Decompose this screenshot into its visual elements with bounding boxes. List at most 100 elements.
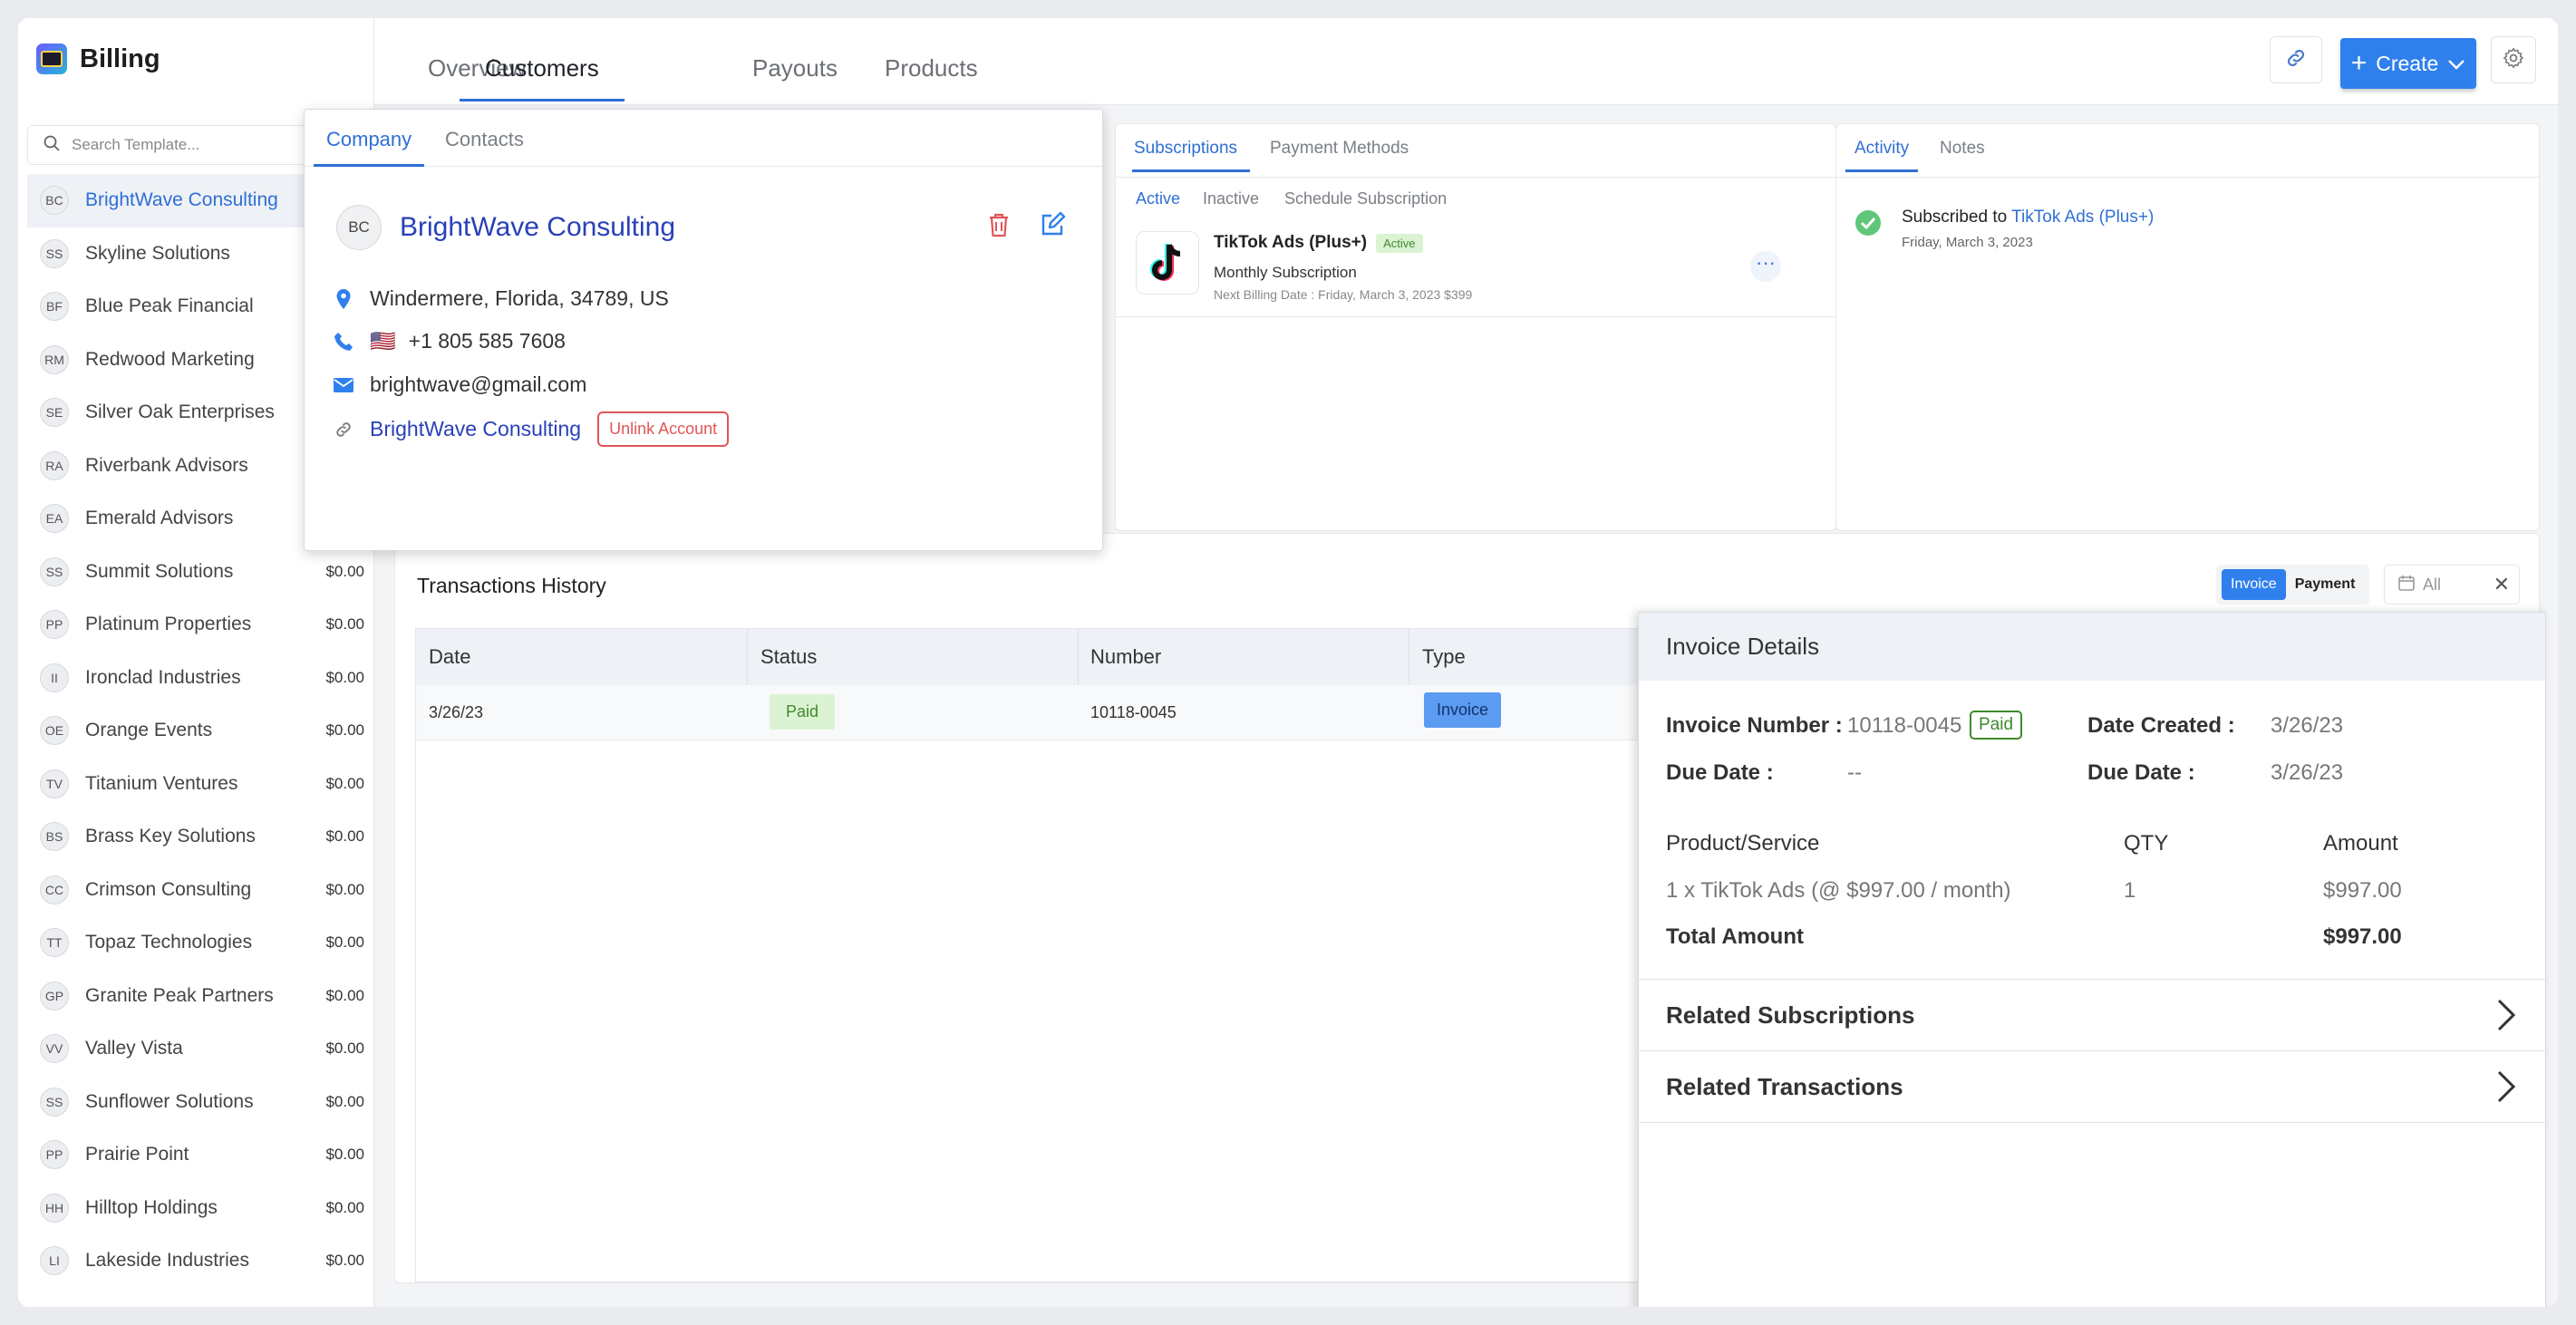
gear-icon xyxy=(2502,46,2525,74)
avatar: PP xyxy=(40,610,69,640)
status-badge: Active xyxy=(1376,233,1423,253)
customer-name: Redwood Marketing xyxy=(85,348,255,370)
tiktok-logo-icon xyxy=(1136,231,1199,295)
customer-item[interactable]: II Ironclad Industries $0.00 xyxy=(27,652,364,705)
location-pin-icon xyxy=(332,288,355,310)
phone-icon xyxy=(332,332,355,352)
tab-notes[interactable]: Notes xyxy=(1940,139,1985,169)
customer-item[interactable]: HH Hilltop Holdings $0.00 xyxy=(27,1182,364,1235)
company-popover: Company Contacts BC BrightWave Consultin… xyxy=(304,109,1103,551)
customer-name: Riverbank Advisors xyxy=(85,454,248,476)
customer-item[interactable]: LI Lakeside Industries $0.00 xyxy=(27,1234,364,1288)
address-row: Windermere, Florida, 34789, US xyxy=(332,286,669,311)
related-subscriptions-accordion[interactable]: Related Subscriptions xyxy=(1639,979,2545,1050)
avatar: SS xyxy=(40,238,69,268)
customer-item[interactable]: BS Brass Key Solutions $0.00 xyxy=(27,810,364,864)
app-title: Billing xyxy=(80,44,160,73)
status-badge: Paid xyxy=(770,694,836,730)
customer-name: Platinum Properties xyxy=(85,614,252,635)
filter-value: All xyxy=(2423,575,2442,594)
customer-item[interactable]: OE Orange Events $0.00 xyxy=(27,704,364,758)
line-item-amount: $997.00 xyxy=(2323,878,2402,903)
filter-active[interactable]: Active xyxy=(1136,189,1180,208)
tab-products[interactable]: Products xyxy=(885,54,978,99)
avatar: SS xyxy=(40,1087,69,1117)
avatar: CC xyxy=(40,875,69,904)
avatar: VV xyxy=(40,1034,69,1064)
avatar: LI xyxy=(40,1246,69,1276)
plus-icon: + xyxy=(2350,48,2368,78)
create-button[interactable]: + Create xyxy=(2340,38,2476,89)
avatar: BC xyxy=(40,186,69,216)
company-phone: +1 805 585 7608 xyxy=(408,329,566,353)
customer-item[interactable]: VV Valley Vista $0.00 xyxy=(27,1022,364,1076)
customer-name: Skyline Solutions xyxy=(85,242,230,264)
customer-item[interactable]: SS Summit Solutions $0.00 xyxy=(27,546,364,599)
linked-account-link[interactable]: BrightWave Consulting xyxy=(370,417,581,441)
unlink-account-button[interactable]: Unlink Account xyxy=(597,411,730,447)
tab-customers[interactable]: Customers xyxy=(460,54,625,102)
qty-header: QTY xyxy=(2124,831,2169,856)
col-type[interactable]: Type xyxy=(1422,645,1466,669)
customer-amount: $0.00 xyxy=(325,933,364,952)
close-icon[interactable]: ✕ xyxy=(2494,573,2510,596)
avatar: GP xyxy=(40,981,69,1011)
customer-amount: $0.00 xyxy=(325,1252,364,1270)
customer-item[interactable]: SS Sunflower Solutions $0.00 xyxy=(27,1076,364,1129)
tab-payment-methods[interactable]: Payment Methods xyxy=(1270,139,1409,169)
customer-item[interactable]: GP Granite Peak Partners $0.00 xyxy=(27,970,364,1023)
customer-name: Emerald Advisors xyxy=(85,508,234,529)
activity-link[interactable]: TikTok Ads (Plus+) xyxy=(2011,208,2154,227)
related-transactions-accordion[interactable]: Related Transactions xyxy=(1639,1050,2545,1123)
toggle-payment[interactable]: Payment xyxy=(2286,569,2365,600)
customer-name: Sunflower Solutions xyxy=(85,1090,254,1112)
row-date: 3/26/23 xyxy=(429,703,484,721)
trash-icon[interactable] xyxy=(986,211,1012,243)
avatar: SS xyxy=(40,556,69,586)
filter-select[interactable]: All ✕ xyxy=(2384,565,2520,604)
top-nav: Overview Customers Payouts Products xyxy=(374,18,2558,105)
customer-item[interactable]: TT Topaz Technologies $0.00 xyxy=(27,916,364,970)
filter-schedule-subscription[interactable]: Schedule Subscription xyxy=(1284,189,1447,208)
filter-inactive[interactable]: Inactive xyxy=(1203,189,1259,208)
tab-company[interactable]: Company xyxy=(314,128,425,167)
more-options-button[interactable]: ··· xyxy=(1750,251,1781,282)
transactions-title: Transactions History xyxy=(417,574,606,597)
customer-item[interactable]: CC Crimson Consulting $0.00 xyxy=(27,864,364,917)
col-date[interactable]: Date xyxy=(429,645,470,669)
tab-payouts[interactable]: Payouts xyxy=(752,54,838,99)
row-number: 10118-0045 xyxy=(1090,703,1177,721)
avatar: II xyxy=(40,662,69,692)
chevron-right-icon xyxy=(2496,998,2516,1039)
customer-amount: $0.00 xyxy=(325,774,364,792)
customer-name: Summit Solutions xyxy=(85,560,234,582)
link-icon xyxy=(2284,46,2308,74)
col-number[interactable]: Number xyxy=(1090,645,1161,669)
total-amount-label: Total Amount xyxy=(1666,924,1804,949)
invoice-number: 10118-0045 xyxy=(1847,713,1962,738)
customer-item[interactable]: PP Platinum Properties $0.00 xyxy=(27,598,364,652)
due-date: -- xyxy=(1847,760,1862,785)
avatar: BS xyxy=(40,822,69,852)
col-status[interactable]: Status xyxy=(760,645,817,669)
customer-name: Ironclad Industries xyxy=(85,666,241,688)
copy-link-button[interactable] xyxy=(2270,36,2322,83)
tab-activity[interactable]: Activity xyxy=(1845,139,1919,172)
customer-item[interactable]: PP Prairie Point $0.00 xyxy=(27,1128,364,1182)
customer-name: Hilltop Holdings xyxy=(85,1196,218,1218)
toggle-invoice[interactable]: Invoice xyxy=(2222,569,2286,600)
customer-name: Lakeside Industries xyxy=(85,1250,249,1272)
avatar: RM xyxy=(40,344,69,374)
avatar: BC xyxy=(336,205,382,250)
company-header: BC BrightWave Consulting xyxy=(336,205,675,250)
edit-icon[interactable] xyxy=(1039,211,1066,243)
settings-button[interactable] xyxy=(2491,36,2536,83)
subscriptions-panel: Subscriptions Payment Methods Active Ina… xyxy=(1115,123,1836,531)
tab-subscriptions[interactable]: Subscriptions xyxy=(1132,139,1251,172)
line-item-product: 1 x TikTok Ads (@ $997.00 / month) xyxy=(1666,878,2011,903)
customer-item[interactable]: TV Titanium Ventures $0.00 xyxy=(27,758,364,811)
subscription-name[interactable]: TikTok Ads (Plus+) xyxy=(1214,233,1367,253)
company-tabs: Company Contacts xyxy=(305,110,1102,167)
tab-contacts[interactable]: Contacts xyxy=(445,128,524,164)
avatar: SE xyxy=(40,398,69,428)
